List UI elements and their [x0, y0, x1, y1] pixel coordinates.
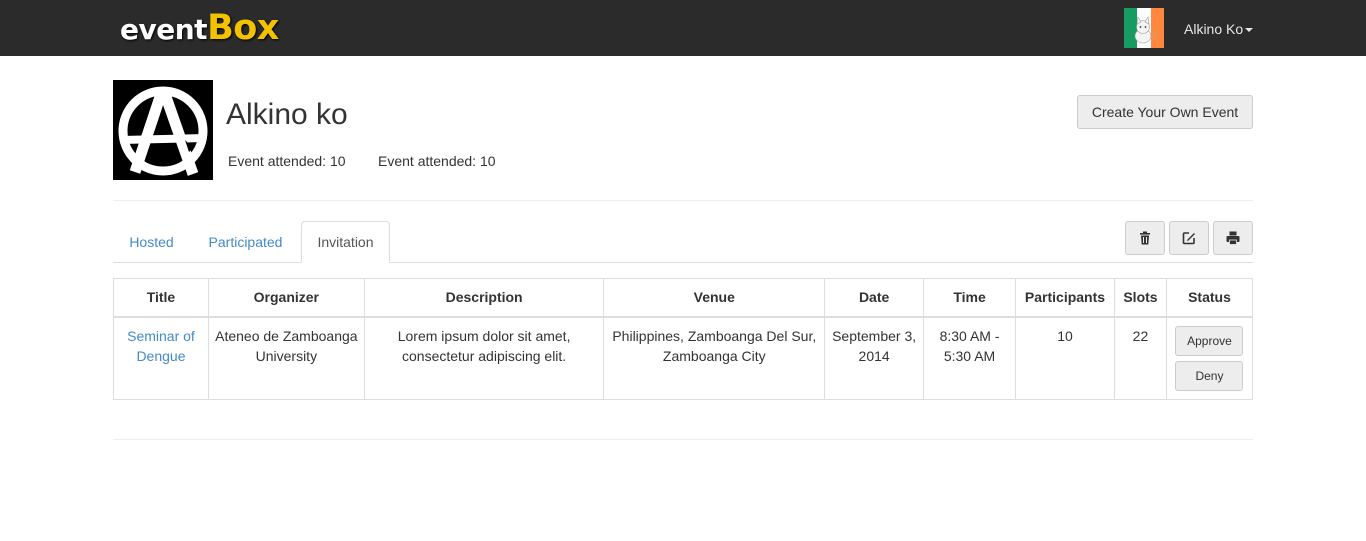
events-attended-stat-secondary: Event attended: 10 [378, 153, 496, 169]
approve-button[interactable]: Approve [1175, 325, 1244, 356]
table-header-row: Title Organizer Description Venue Date T… [113, 278, 1254, 318]
cell-status: Approve Deny [1165, 316, 1254, 400]
invitations-table: Title Organizer Description Venue Date T… [113, 278, 1254, 400]
deny-button[interactable]: Deny [1175, 360, 1244, 391]
cell-description: Lorem ipsum dolor sit amet, consectetur … [363, 316, 605, 400]
cell-participants: 10 [1014, 316, 1115, 400]
caret-down-icon [1245, 27, 1254, 32]
edit-button[interactable] [1169, 221, 1209, 255]
brand-event-text: event [120, 13, 208, 46]
cat-icon [1134, 16, 1157, 44]
delete-button[interactable] [1125, 221, 1165, 255]
column-header-status: Status [1165, 278, 1254, 318]
column-header-date: Date [824, 278, 925, 318]
tabs-underline [1125, 262, 1253, 263]
column-header-organizer: Organizer [207, 278, 365, 318]
cell-time: 8:30 AM - 5:30 AM [923, 316, 1016, 400]
tab-hosted[interactable]: Hosted [113, 221, 190, 263]
tab-participated[interactable]: Participated [192, 221, 299, 263]
cell-organizer: Ateneo de Zamboanga University [207, 316, 365, 400]
column-header-venue: Venue [603, 278, 826, 318]
events-attended-stat: Event attended: 10 [228, 153, 346, 169]
trash-icon [1140, 231, 1150, 245]
anarchy-symbol-icon [118, 86, 208, 176]
user-avatar[interactable] [1124, 8, 1164, 48]
top-navbar: event Box Alkino Ko [0, 0, 1366, 56]
edit-icon [1182, 232, 1195, 245]
user-menu-label: Alkino Ko [1184, 21, 1244, 37]
section-divider [113, 200, 1253, 201]
event-tabs: Hosted Participated Invitation [113, 221, 1125, 263]
create-event-button[interactable]: Create Your Own Event [1077, 95, 1253, 129]
column-header-description: Description [363, 278, 605, 318]
profile-picture [113, 80, 213, 180]
profile-name: Alkino ko [226, 98, 348, 131]
print-icon [1226, 231, 1240, 245]
tab-invitation[interactable]: Invitation [301, 221, 390, 263]
table-row: Seminar of Dengue Ateneo de Zamboanga Un… [113, 316, 1254, 400]
brand-box-text: Box [207, 8, 279, 48]
column-header-participants: Participants [1014, 278, 1115, 318]
user-menu-dropdown[interactable]: Alkino Ko [1184, 21, 1254, 37]
brand-logo[interactable]: event Box [120, 8, 279, 48]
cell-venue: Philippines, Zamboanga Del Sur, Zamboang… [603, 316, 826, 400]
event-title-link[interactable]: Seminar of Dengue [127, 328, 195, 364]
column-header-title: Title [113, 278, 209, 318]
column-header-slots: Slots [1113, 278, 1167, 318]
cell-date: September 3, 2014 [824, 316, 925, 400]
column-header-time: Time [923, 278, 1016, 318]
cell-title: Seminar of Dengue [113, 316, 209, 400]
print-button[interactable] [1213, 221, 1253, 255]
cell-slots: 22 [1113, 316, 1167, 400]
footer-divider [113, 439, 1253, 440]
